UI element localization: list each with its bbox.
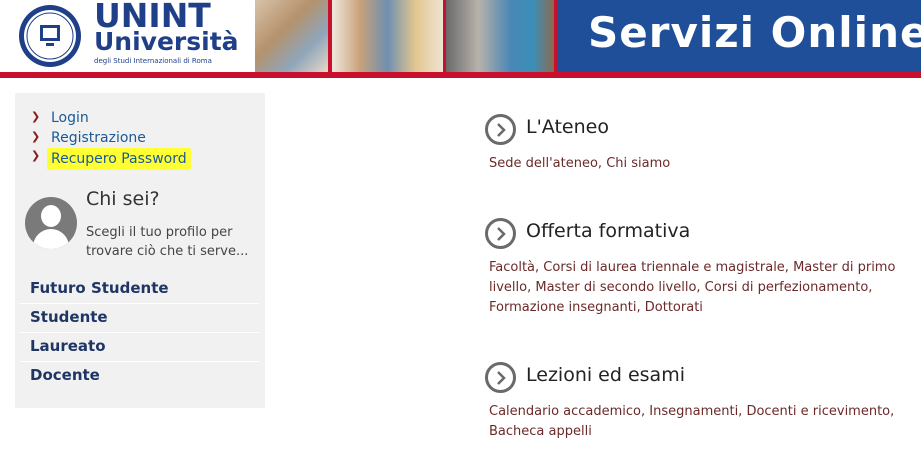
- chevron-right-icon: ❯: [31, 149, 41, 162]
- profile-futuro-studente[interactable]: Futuro Studente: [20, 275, 259, 304]
- section-description: Sede dell'ateneo, Chi siamo: [489, 156, 671, 171]
- sidebar-link-label: Recupero Password: [47, 148, 191, 170]
- section-title[interactable]: Lezioni ed esami: [526, 364, 685, 386]
- university-seal-logo[interactable]: [10, 3, 90, 69]
- profile-docente[interactable]: Docente: [20, 362, 259, 391]
- profile-label: Futuro Studente: [30, 279, 169, 297]
- profile-label: Laureato: [30, 337, 106, 355]
- sidebar: ❯ Login ❯ Registrazione ❯ Recupero Passw…: [15, 93, 265, 408]
- banner-title: Servizi Online: [588, 8, 921, 57]
- chevron-right-icon: ❯: [31, 130, 41, 143]
- sidebar-link-label: Registrazione: [51, 130, 146, 146]
- section-description: Calendario accademico, Insegnamenti, Doc…: [489, 404, 895, 439]
- services-banner: Servizi Online: [558, 0, 921, 72]
- circle-chevron-right-icon[interactable]: [485, 362, 516, 393]
- university-wordmark[interactable]: UNINT Università degli Studi Internazion…: [94, 0, 244, 70]
- circle-chevron-right-icon[interactable]: [485, 114, 516, 145]
- header-divider: [0, 72, 921, 78]
- profile-avatar-icon: [25, 197, 77, 249]
- profile-label: Docente: [30, 366, 100, 384]
- section-title[interactable]: L'Ateneo: [526, 116, 609, 138]
- header-photo-students-1: [255, 0, 328, 72]
- who-are-you-description: Scegli il tuo profilo per trovare ciò ch…: [86, 225, 249, 259]
- who-are-you-title: Chi sei?: [86, 188, 160, 210]
- section-description: Facoltà, Corsi di laurea triennale e mag…: [489, 260, 896, 315]
- profile-studente[interactable]: Studente: [20, 304, 259, 333]
- chevron-right-icon: ❯: [31, 110, 41, 123]
- site-header: UNINT Università degli Studi Internazion…: [0, 0, 921, 78]
- logo-subtitle: degli Studi Internazionali di Roma: [94, 57, 212, 65]
- logo-name: Università: [94, 27, 239, 56]
- circle-chevron-right-icon[interactable]: [485, 218, 516, 249]
- section-title[interactable]: Offerta formativa: [526, 220, 690, 242]
- header-photo-students-2: [332, 0, 443, 72]
- sidebar-link-label: Login: [51, 110, 89, 126]
- profile-laureato[interactable]: Laureato: [20, 333, 259, 362]
- profile-label: Studente: [30, 308, 108, 326]
- header-photo-teacher: [446, 0, 554, 72]
